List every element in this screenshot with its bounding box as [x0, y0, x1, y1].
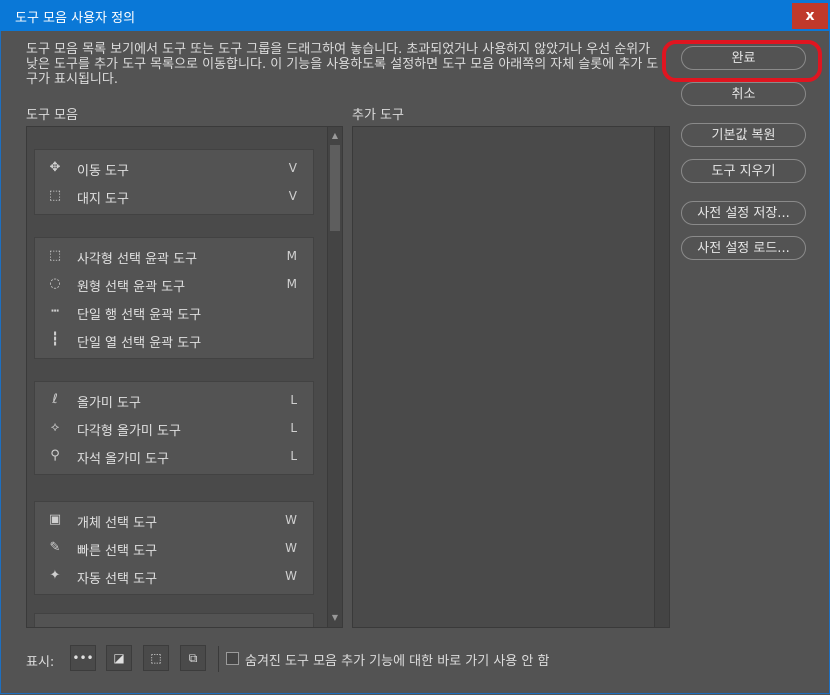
fg-bg-colors-icon[interactable]: ◪ [106, 645, 132, 671]
extra-tools-label: 추가 도구 [352, 108, 404, 123]
tool-row[interactable]: ✥ 이동 도구 V [35, 154, 313, 182]
object-selection-icon: ▣ [48, 512, 62, 527]
tool-row[interactable]: ▣ 개체 선택 도구 W [35, 506, 313, 534]
more-tools-icon[interactable]: ••• [70, 645, 96, 671]
crop-icon: ⌗ [47, 624, 63, 627]
tool-row[interactable]: ⌗ 자르기 도구 C [35, 618, 313, 627]
done-button-highlight [662, 40, 822, 82]
elliptical-marquee-icon: ◌ [49, 276, 61, 291]
tool-shortcut: L [290, 421, 297, 435]
tool-shortcut: W [285, 513, 297, 527]
clear-tools-button[interactable]: 도구 지우기 [681, 159, 806, 183]
show-label: 표시: [26, 655, 55, 670]
polygonal-lasso-icon: ⟡ [50, 420, 60, 435]
tool-name: 사각형 선택 윤곽 도구 [77, 252, 198, 267]
tool-row[interactable]: ┇ 단일 열 선택 윤곽 도구 [35, 326, 313, 354]
tool-row[interactable]: ⬚ 대지 도구 V [35, 182, 313, 210]
screen-mode-icon[interactable]: ⧉ [180, 645, 206, 671]
disable-shortcuts-checkbox[interactable] [226, 652, 239, 665]
tool-shortcut: L [290, 393, 297, 407]
tool-group[interactable]: ▣ 개체 선택 도구 W ✎ 빠른 선택 도구 W ✦ 자동 선택 도구 W [34, 501, 314, 595]
tool-row[interactable]: ┅ 단일 행 선택 윤곽 도구 [35, 298, 313, 326]
tool-shortcut: L [290, 449, 297, 463]
lasso-icon: ℓ [52, 392, 58, 407]
tool-shortcut: C [289, 625, 297, 627]
save-preset-button[interactable]: 사전 설정 저장... [681, 201, 806, 225]
extra-tools-scrollbar[interactable] [654, 127, 669, 627]
tool-name: 단일 열 선택 윤곽 도구 [77, 336, 202, 351]
tool-row[interactable]: ✦ 자동 선택 도구 W [35, 562, 313, 590]
restore-defaults-button[interactable]: 기본값 복원 [681, 123, 806, 147]
tool-name: 올가미 도구 [77, 396, 141, 411]
load-preset-button[interactable]: 사전 설정 로드... [681, 236, 806, 260]
tool-row[interactable]: ✎ 빠른 선택 도구 W [35, 534, 313, 562]
close-button[interactable]: x [792, 3, 828, 29]
move-icon: ✥ [49, 160, 61, 175]
tool-row[interactable]: ⟡ 다각형 올가미 도구 L [35, 414, 313, 442]
tool-shortcut: V [288, 161, 297, 175]
footer: 표시: ••• ◪ ⬚ ⧉ 숨겨진 도구 모음 추가 기능에 대한 바로 가기 사용 … [0, 640, 830, 678]
window-title: 도구 모음 사용자 정의 [15, 11, 136, 26]
tool-name: 빠른 선택 도구 [77, 544, 158, 559]
tool-group[interactable]: ✥ 이동 도구 V ⬚ 대지 도구 V [34, 149, 314, 215]
toolbar-list[interactable]: ✥ 이동 도구 V ⬚ 대지 도구 V ⬚ 사각형 선택 윤곽 도구 M ◌ 원형 선택 윤곽 도구… [26, 126, 343, 628]
tool-row[interactable]: ◌ 원형 선택 윤곽 도구 M [35, 270, 313, 298]
tool-name: 원형 선택 윤곽 도구 [77, 280, 186, 295]
quick-mask-icon[interactable]: ⬚ [143, 645, 169, 671]
rect-marquee-icon: ⬚ [48, 248, 62, 263]
tool-name: 자석 올가미 도구 [77, 452, 169, 467]
tool-name: 자르기 도구 [77, 624, 141, 627]
title-bar: 도구 모음 사용자 정의 x [0, 0, 830, 31]
single-row-marquee-icon: ┅ [51, 304, 59, 319]
tool-group[interactable]: ⬚ 사각형 선택 윤곽 도구 M ◌ 원형 선택 윤곽 도구 M ┅ 단일 행 선택 윤곽 도… [34, 237, 314, 359]
toolbar-scrollbar[interactable]: ▲ ▼ [327, 127, 342, 627]
tool-name: 개체 선택 도구 [77, 516, 158, 531]
toolbar-label: 도구 모음 [26, 108, 78, 123]
tool-name: 다각형 올가미 도구 [77, 424, 181, 439]
scroll-up-icon[interactable]: ▲ [328, 129, 342, 143]
tool-row[interactable]: ℓ 올가미 도구 L [35, 386, 313, 414]
tool-name: 이동 도구 [77, 164, 129, 179]
description-text: 도구 모음 목록 보기에서 도구 또는 도구 그룹을 드래그하여 놓습니다. 초… [26, 42, 659, 87]
single-column-marquee-icon: ┇ [51, 332, 59, 347]
magic-wand-icon: ✦ [49, 568, 61, 583]
tool-group[interactable]: ℓ 올가미 도구 L ⟡ 다각형 올가미 도구 L ⚲ 자석 올가미 도구 L [34, 381, 314, 475]
tool-row[interactable]: ⬚ 사각형 선택 윤곽 도구 M [35, 242, 313, 270]
tool-row[interactable]: ⚲ 자석 올가미 도구 L [35, 442, 313, 470]
tool-shortcut: V [288, 189, 297, 203]
tool-shortcut: W [285, 569, 297, 583]
tool-shortcut: M [286, 277, 297, 291]
magnetic-lasso-icon: ⚲ [50, 448, 60, 463]
disable-shortcuts-label: 숨겨진 도구 모음 추가 기능에 대한 바로 가기 사용 안 함 [245, 654, 550, 669]
cancel-button[interactable]: 취소 [681, 82, 806, 106]
scroll-thumb[interactable] [330, 145, 340, 231]
artboard-icon: ⬚ [48, 188, 62, 203]
tool-group[interactable]: ⌗ 자르기 도구 C [34, 613, 314, 627]
extra-tools-list[interactable] [352, 126, 670, 628]
footer-separator [218, 646, 219, 672]
tool-name: 대지 도구 [77, 192, 129, 207]
tool-shortcut: W [285, 541, 297, 555]
tool-name: 자동 선택 도구 [77, 572, 158, 587]
tool-shortcut: M [286, 249, 297, 263]
scroll-down-icon[interactable]: ▼ [328, 611, 342, 625]
tool-name: 단일 행 선택 윤곽 도구 [77, 308, 202, 323]
quick-selection-icon: ✎ [49, 540, 61, 555]
